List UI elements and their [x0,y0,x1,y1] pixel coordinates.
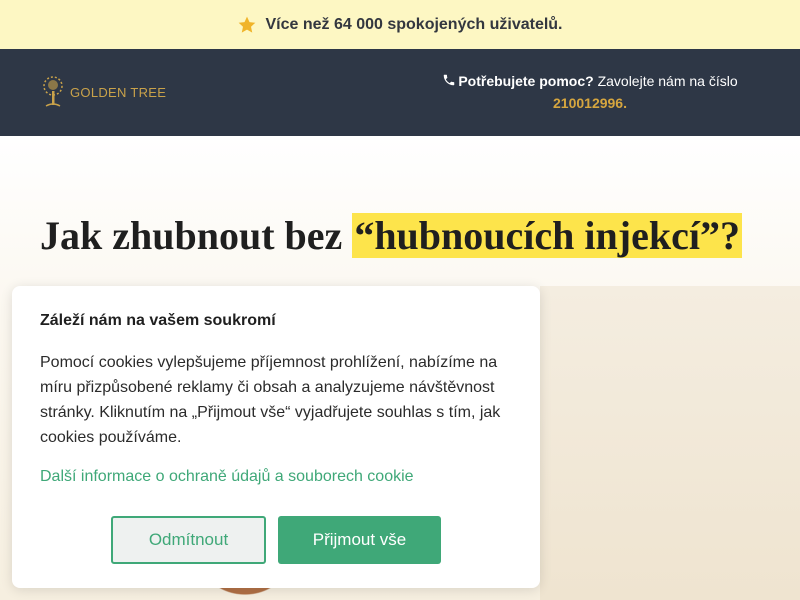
phone-icon [444,74,455,86]
logo[interactable]: GOLDEN TREE [40,76,166,108]
help-text: Zavolejte nám na číslo [593,73,738,89]
hero-image [540,286,800,600]
cookie-info-link[interactable]: Další informace o ochraně údajů a soubor… [40,468,414,486]
accept-all-button[interactable]: Přijmout vše [278,516,441,564]
title-plain: Jak zhubnout bez [40,213,353,258]
help-contact: Potřebujete pomoc? Zavolejte nám na čísl… [420,70,760,114]
phone-number[interactable]: 210012996. [553,95,627,111]
logo-text: GOLDEN TREE [70,84,167,100]
promo-text: Více než 64 000 spokojených uživatelů. [265,15,563,33]
reject-button[interactable]: Odmítnout [111,516,266,564]
cookie-banner: Záleží nám na vašem soukromí Pomocí cook… [12,286,540,588]
cookie-body: Pomocí cookies vylepšujeme příjemnost pr… [40,354,501,446]
page-title: Jak zhubnout bez “hubnoucích injekcí”? [40,212,742,259]
cookie-title: Záleží nám na vašem soukromí [40,312,276,329]
site-header: GOLDEN TREE Potřebujete pomoc? Zavolejte… [0,49,800,136]
help-prefix: Potřebujete pomoc? [458,73,594,89]
tree-logo-icon [43,76,63,107]
promo-bar: Více než 64 000 spokojených uživatelů. [0,0,800,49]
title-highlight: “hubnoucích injekcí”? [352,213,742,258]
star-icon [239,16,256,33]
